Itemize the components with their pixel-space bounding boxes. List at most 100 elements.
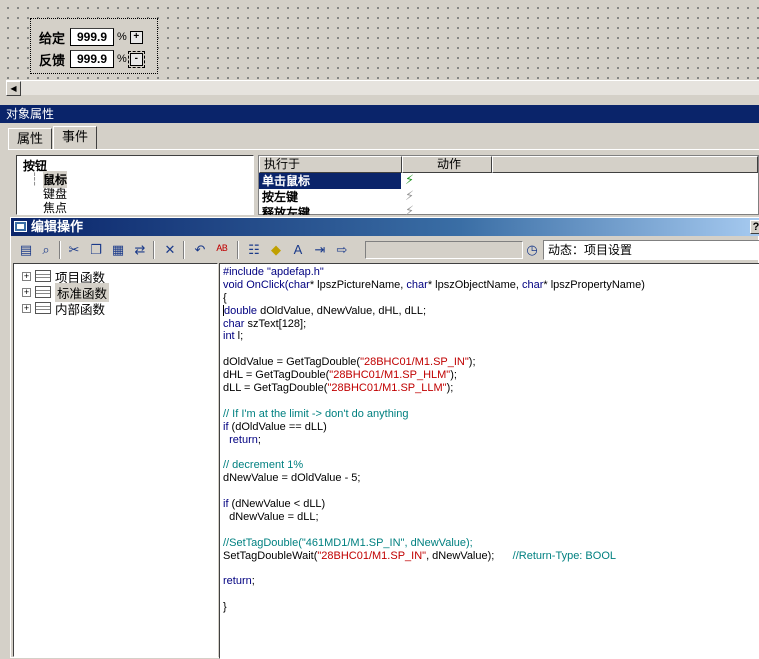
edit-operation-window: 编辑操作 ? ▤ ⌕ ✂ ❐ ▦ ⇄ ✕ ↶ ᴬᴮ ☷ ◆ A ⇥ ⇨ ◷ 动态…	[10, 217, 759, 659]
tab-events[interactable]: 事件	[53, 126, 98, 150]
code-token: dNewValue = dLL;	[223, 510, 319, 523]
horizontal-scrollbar[interactable]: ◀	[6, 80, 759, 96]
action-lightning-icon[interactable]: ⚡	[405, 203, 414, 215]
delete-icon[interactable]: ✕	[161, 241, 179, 259]
setpoint-widget[interactable]: 给定 999.9 % + 反馈 999.9 % -	[30, 18, 158, 74]
picture-canvas[interactable]: 给定 999.9 % + 反馈 999.9 % -	[0, 0, 759, 80]
code-token: char	[521, 278, 544, 291]
column-header-empty	[492, 156, 758, 173]
properties-tabs: 属性 事件	[8, 126, 98, 150]
event-table: 执行于 动作 单击鼠标 ⚡ 按左键 ⚡ 释放左键 ⚡	[258, 155, 759, 215]
print-preview-icon[interactable]: ⌕	[37, 241, 55, 259]
copy-icon[interactable]: ❐	[87, 241, 105, 259]
code-token: dNewValue = dOldValue - 5;	[223, 472, 361, 485]
code-line: }	[223, 601, 756, 614]
compile-icon[interactable]: ᴬᴮ	[213, 241, 231, 259]
scroll-left-icon[interactable]: ◀	[6, 81, 21, 96]
paste-icon[interactable]: ▦	[109, 241, 127, 259]
code-token: // If I'm at the limit -> don't do anyth…	[223, 407, 409, 420]
function-tree: + 项目函数 + 标准函数 + 内部函数	[13, 263, 218, 657]
font-icon[interactable]: A	[289, 241, 307, 259]
expand-plus-icon[interactable]: +	[22, 287, 31, 297]
dynamic-settings-field[interactable]: 动态：项目设置	[543, 240, 759, 260]
code-token: ;	[257, 433, 261, 446]
code-token: "28BHC01/M1.SP_HLM"	[329, 369, 451, 382]
code-token: return	[229, 433, 258, 446]
tree-node-label: 内部函数	[55, 302, 106, 317]
window-icon	[14, 221, 27, 232]
action-lightning-icon[interactable]: ⚡	[405, 172, 414, 188]
table-row[interactable]: 释放左键	[259, 205, 401, 215]
toolbar-input[interactable]	[365, 241, 523, 259]
toolbar-separator	[237, 241, 239, 259]
toolbar-separator	[153, 241, 155, 259]
import-icon[interactable]: ⇥	[311, 241, 329, 259]
help-button[interactable]: ?	[750, 220, 759, 234]
save-icon[interactable]: ▤	[17, 241, 35, 259]
expand-plus-icon[interactable]: +	[22, 303, 31, 313]
code-token: SetTagDoubleWait(	[223, 549, 318, 562]
cut-icon[interactable]: ✂	[65, 241, 83, 259]
code-token: , dNewValue);	[426, 549, 513, 562]
expand-plus-icon[interactable]: +	[22, 271, 31, 281]
code-editor[interactable]: #include "apdefap.h" void OnClick(char* l…	[219, 263, 759, 659]
undo-icon[interactable]: ↶	[191, 241, 209, 259]
column-header-action[interactable]: 动作	[402, 156, 492, 173]
code-line: dNewValue = dOldValue - 5;	[223, 472, 756, 485]
code-token: "28BHC01/M1.SP_IN"	[360, 356, 469, 369]
feedback-value[interactable]: 999.9	[70, 50, 114, 68]
edit-window-title: 编辑操作	[31, 219, 84, 234]
table-row[interactable]: 单击鼠标	[259, 173, 401, 189]
code-line: SetTagDoubleWait("28BHC01/M1.SP_IN", dNe…	[223, 550, 756, 563]
code-token: );	[468, 356, 476, 369]
toolbar-separator	[59, 241, 61, 259]
code-token: int	[223, 330, 235, 343]
code-line: // decrement 1%	[223, 459, 756, 472]
decrement-button[interactable]: -	[127, 50, 145, 68]
toolbar-separator	[183, 241, 185, 259]
tab-properties[interactable]: 属性	[8, 128, 53, 150]
setpoint-row: 给定 999.9 % +	[39, 27, 143, 47]
setpoint-percent: %	[117, 31, 127, 43]
setpoint-label: 给定	[39, 30, 66, 46]
code-line: if (dOldValue == dLL)	[223, 421, 756, 434]
cube-icon[interactable]: ◆	[267, 241, 285, 259]
code-line: if (dNewValue < dLL)	[223, 498, 756, 511]
code-token: {	[223, 291, 227, 304]
code-line: void OnClick(char* lpszPictureName, char…	[223, 279, 756, 292]
increment-button[interactable]: +	[129, 30, 143, 44]
code-line: //SetTagDouble("461MD1/M1.SP_IN", dNewVa…	[223, 537, 756, 550]
function-library-icon	[35, 270, 51, 282]
code-token: l;	[234, 330, 244, 343]
code-line: dNewValue = dLL;	[223, 511, 756, 524]
code-line: {	[223, 292, 756, 305]
action-lightning-icon[interactable]: ⚡	[405, 188, 414, 204]
code-token: //SetTagDouble("461MD1/M1.SP_IN", dNewVa…	[223, 536, 473, 549]
find-replace-icon[interactable]: ⇄	[131, 241, 149, 259]
clock-icon[interactable]: ◷	[523, 241, 541, 259]
function-library-icon	[35, 302, 51, 314]
table-row[interactable]: 按左键	[259, 189, 401, 205]
code-line: char szText[128];	[223, 318, 756, 331]
setpoint-value[interactable]: 999.9	[70, 28, 114, 46]
code-token: double	[224, 304, 258, 317]
feedback-label: 反馈	[39, 52, 66, 68]
export-icon[interactable]: ⇨	[333, 241, 351, 259]
code-line: dLL = GetTagDouble("28BHC01/M1.SP_LLM");	[223, 382, 756, 395]
feedback-percent: %	[117, 53, 127, 65]
feedback-row: 反馈 999.9 % -	[39, 49, 145, 69]
counter-icon[interactable]: ☷	[245, 241, 263, 259]
event-tree-item-focus[interactable]: 焦点	[43, 199, 67, 216]
tree-node-internal-functions[interactable]: + 内部函数	[22, 300, 106, 317]
code-token: #include "apdefap.h"	[223, 266, 324, 278]
code-token: * lpszObjectName,	[427, 278, 522, 291]
code-token: // decrement 1%	[223, 459, 304, 472]
column-header-trigger[interactable]: 执行于	[259, 156, 402, 173]
edit-window-titlebar[interactable]: 编辑操作 ?	[11, 218, 759, 236]
edit-toolbar: ▤ ⌕ ✂ ❐ ▦ ⇄ ✕ ↶ ᴬᴮ ☷ ◆ A ⇥ ⇨ ◷ 动态：项目设置	[11, 238, 759, 262]
code-token: dLL = GetTagDouble(	[223, 382, 328, 395]
